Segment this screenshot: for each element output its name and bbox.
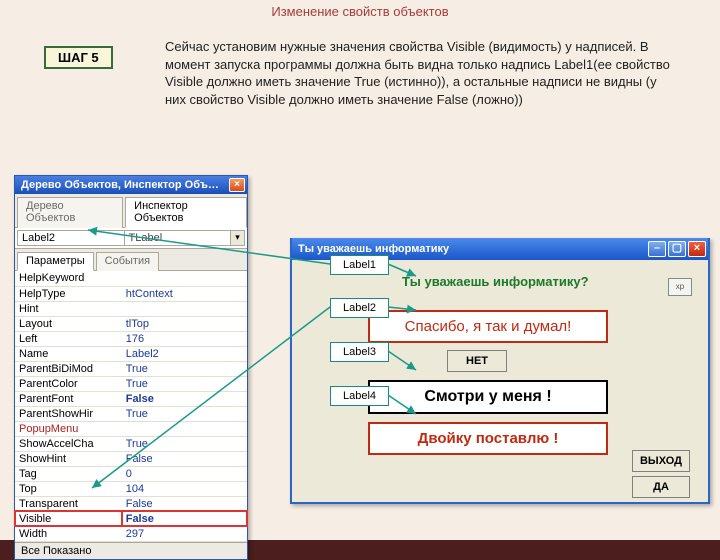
app-title: Ты уважаешь информатику	[298, 243, 449, 255]
prop-value[interactable]: 297	[122, 526, 247, 541]
prop-name: ParentShowHir	[15, 406, 122, 421]
prop-row[interactable]: Top104	[15, 481, 247, 496]
prop-row[interactable]: Width297	[15, 526, 247, 541]
inspector-window: Дерево Объектов, Инспектор Объ… × Дерево…	[14, 175, 248, 560]
step-badge: ШАГ 5	[44, 46, 113, 69]
prop-row[interactable]: ShowAccelChaTrue	[15, 436, 247, 451]
prop-name: HelpKeyword	[15, 271, 122, 286]
prop-name: Top	[15, 481, 122, 496]
prop-name: ParentColor	[15, 376, 122, 391]
prop-name: Visible	[15, 511, 122, 526]
combo-class: TLabel	[125, 230, 232, 246]
prop-row[interactable]: ParentFontFalse	[15, 391, 247, 406]
prop-row[interactable]: HelpTypehtContext	[15, 286, 247, 301]
prop-name: Width	[15, 526, 122, 541]
prop-row[interactable]: NameLabel2	[15, 346, 247, 361]
minimize-icon[interactable]: –	[648, 241, 666, 257]
prop-value[interactable]: False	[122, 511, 247, 526]
yes-button[interactable]: ДА	[632, 476, 690, 498]
callout-label3: Label3	[330, 342, 389, 362]
prop-name: Name	[15, 346, 122, 361]
close-icon[interactable]: ×	[229, 178, 245, 192]
prop-row[interactable]: Tag0	[15, 466, 247, 481]
prop-value[interactable]: True	[122, 406, 247, 421]
xp-badge: xp	[668, 278, 692, 296]
inspector-title: Дерево Объектов, Инспектор Объ…	[21, 179, 219, 191]
prop-row[interactable]: Hint	[15, 301, 247, 316]
prop-row[interactable]: ShowHintFalse	[15, 451, 247, 466]
prop-name: Tag	[15, 466, 122, 481]
prop-value[interactable]: False	[122, 451, 247, 466]
combo-name: Label2	[17, 230, 125, 246]
prop-value[interactable]: Label2	[122, 346, 247, 361]
mid-tabs: Параметры События	[15, 249, 247, 271]
prop-row[interactable]: VisibleFalse	[15, 511, 247, 526]
prop-value[interactable]: 176	[122, 331, 247, 346]
prop-row[interactable]: Left176	[15, 331, 247, 346]
app-body: Ты уважаешь информатику? xp Спасибо, я т…	[292, 260, 708, 502]
prop-name: ParentFont	[15, 391, 122, 406]
label3-msg: Смотри у меня !	[368, 380, 608, 414]
prop-name: Hint	[15, 301, 122, 316]
prop-value[interactable]: False	[122, 391, 247, 406]
chevron-down-icon[interactable]: ▾	[231, 230, 245, 246]
prop-value[interactable]	[122, 421, 247, 436]
no-button[interactable]: НЕТ	[447, 350, 507, 372]
prop-value[interactable]: 104	[122, 481, 247, 496]
object-combo[interactable]: Label2 TLabel ▾	[15, 228, 247, 249]
prop-value[interactable]: True	[122, 436, 247, 451]
label2-msg: Спасибо, я так и думал!	[368, 310, 608, 343]
exit-button[interactable]: ВЫХОД	[632, 450, 690, 472]
prop-value[interactable]	[122, 271, 247, 286]
prop-value[interactable]: 0	[122, 466, 247, 481]
maximize-icon[interactable]: ▢	[668, 241, 686, 257]
prop-row[interactable]: PopupMenu	[15, 421, 247, 436]
callout-label2: Label2	[330, 298, 389, 318]
prop-row[interactable]: LayouttlTop	[15, 316, 247, 331]
app-window: Ты уважаешь информатику – ▢ × Ты уважаеш…	[290, 238, 710, 504]
callout-label1: Label1	[330, 255, 389, 275]
prop-value[interactable]: True	[122, 376, 247, 391]
label4-msg: Двойку поставлю !	[368, 422, 608, 455]
prop-value[interactable]	[122, 301, 247, 316]
prop-row[interactable]: ParentColorTrue	[15, 376, 247, 391]
prop-value[interactable]: True	[122, 361, 247, 376]
prop-value[interactable]: htContext	[122, 286, 247, 301]
callout-label4: Label4	[330, 386, 389, 406]
prop-name: HelpType	[15, 286, 122, 301]
prop-name: ShowHint	[15, 451, 122, 466]
prop-row[interactable]: ParentShowHirTrue	[15, 406, 247, 421]
prop-value[interactable]: False	[122, 496, 247, 511]
explain-text: Сейчас установим нужные значения свойств…	[165, 38, 675, 108]
prop-row[interactable]: HelpKeyword	[15, 271, 247, 286]
property-grid[interactable]: HelpKeywordHelpTypehtContextHintLayouttl…	[15, 271, 247, 542]
tab-tree[interactable]: Дерево Объектов	[17, 197, 123, 228]
close-icon[interactable]: ×	[688, 241, 706, 257]
prop-name: PopupMenu	[15, 421, 122, 436]
prop-name: Layout	[15, 316, 122, 331]
slide-title: Изменение свойств объектов	[0, 4, 720, 19]
question-label: Ты уважаешь информатику?	[402, 274, 589, 289]
prop-name: Transparent	[15, 496, 122, 511]
tab-params[interactable]: Параметры	[17, 252, 94, 271]
tab-events[interactable]: События	[96, 252, 159, 271]
prop-name: Left	[15, 331, 122, 346]
prop-row[interactable]: ParentBiDiModTrue	[15, 361, 247, 376]
tab-inspector[interactable]: Инспектор Объектов	[125, 197, 247, 228]
top-tabs: Дерево Объектов Инспектор Объектов	[15, 194, 247, 228]
prop-value[interactable]: tlTop	[122, 316, 247, 331]
prop-row[interactable]: TransparentFalse	[15, 496, 247, 511]
inspector-titlebar[interactable]: Дерево Объектов, Инспектор Объ… ×	[15, 176, 247, 194]
prop-name: ShowAccelCha	[15, 436, 122, 451]
prop-name: ParentBiDiMod	[15, 361, 122, 376]
inspector-footer: Все Показано	[15, 542, 247, 559]
